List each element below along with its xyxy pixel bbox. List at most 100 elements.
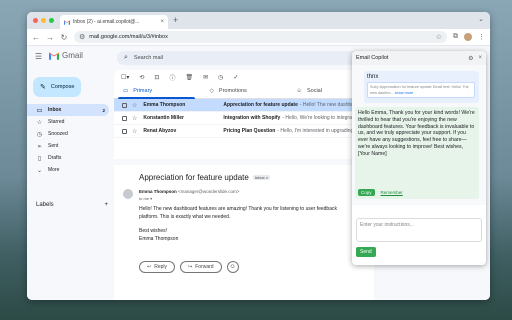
archive-icon[interactable]: ⊡ xyxy=(154,74,159,81)
email-body: Hello! The new dashboard features are am… xyxy=(139,205,374,243)
sender-address: <manager@wonderslide.com> xyxy=(178,189,240,194)
body-line: platform. This is exactly what we needed… xyxy=(139,214,231,220)
sidebar-item-snoozed[interactable]: ◷ Snoozed xyxy=(27,128,109,140)
gmail-m-icon xyxy=(49,51,59,60)
user-message-text: thnx xyxy=(367,74,379,80)
sender-avatar xyxy=(123,189,133,199)
email-subject: Integration with Shopify xyxy=(223,115,281,121)
add-label-button[interactable]: + xyxy=(104,202,108,208)
remember-link[interactable]: Remember xyxy=(381,190,403,195)
browser-menu-icon[interactable]: ⋮ xyxy=(478,33,485,41)
reply-actions: ↩ Reply ↪ Forward ☺ xyxy=(139,261,239,273)
back-icon[interactable]: ⟲ xyxy=(139,74,144,81)
category-tabs: ▭ Primary ◇ Promotions ☺ Social xyxy=(114,84,374,99)
sidebar-item-label: Inbox xyxy=(48,107,62,113)
copilot-header-icons: ⚙ × xyxy=(468,55,482,62)
site-info-icon[interactable]: ⚙ xyxy=(79,33,85,41)
email-row[interactable]: ☆ Emma Thompson Appreciation for feature… xyxy=(114,99,374,112)
window-controls xyxy=(33,18,54,23)
forward-arrow-icon[interactable]: → xyxy=(46,33,54,42)
copy-button[interactable]: Copy xyxy=(358,189,375,196)
back-arrow-icon[interactable]: ← xyxy=(32,33,40,42)
main-menu-icon[interactable]: ☰ xyxy=(35,52,42,61)
bookmark-star-icon[interactable]: ☆ xyxy=(436,33,442,41)
close-icon[interactable]: × xyxy=(478,55,482,62)
email-copilot-panel: Email Copilot ⚙ × thnx Subj: Appreciatio… xyxy=(352,51,486,265)
compose-label: Compose xyxy=(50,84,75,90)
tab-label: Promotions xyxy=(218,88,247,94)
gmail-logo-text: Gmail xyxy=(62,51,83,60)
send-button[interactable]: Send xyxy=(356,247,376,257)
email-sender: Renat Abyzov xyxy=(143,128,177,134)
row-checkbox[interactable] xyxy=(122,128,127,134)
browser-tab-inbox[interactable]: Inbox (2) - ai.email.copilot@... × xyxy=(60,15,168,29)
sidebar-item-label: Snoozed xyxy=(48,131,68,137)
list-toolbar: ☐▾ ⟲ ⊡ ⓘ 🗑 ✉ ◷ ✓ xyxy=(114,70,374,84)
address-bar[interactable]: ⚙ mail.google.com/mail/u/3/#inbox ☆ xyxy=(74,31,447,43)
gmail-logo[interactable]: Gmail xyxy=(49,51,83,60)
reading-pane: Appreciation for feature update Inbox × … xyxy=(114,159,374,300)
forward-icon: ↪ xyxy=(188,264,193,270)
sidebar-item-sent[interactable]: ➢ Sent xyxy=(27,140,109,152)
compose-button[interactable]: ✎ Compose xyxy=(33,77,81,97)
reply-icon: ↩ xyxy=(147,264,152,270)
row-checkbox[interactable] xyxy=(122,102,127,108)
sidebar-item-starred[interactable]: ☆ Starred xyxy=(27,116,109,128)
pencil-icon: ✎ xyxy=(40,84,46,91)
email-sender: Emma Thompson xyxy=(143,102,186,108)
new-tab-button[interactable]: + xyxy=(173,15,178,25)
show-more-link[interactable]: show more xyxy=(395,91,414,95)
copilot-chat: thnx Subj: Appreciation for feature upda… xyxy=(352,65,486,205)
send-icon: ➢ xyxy=(36,143,43,150)
email-subject: Pricing Plan Question xyxy=(223,128,276,134)
tab-primary[interactable]: ▭ Primary xyxy=(114,84,201,99)
minimize-window-button[interactable] xyxy=(41,18,46,23)
delete-icon[interactable]: 🗑 xyxy=(185,74,193,81)
ai-reply-message: Hello Emma, Thank you for your kind word… xyxy=(355,107,479,199)
add-task-icon[interactable]: ✓ xyxy=(233,74,238,81)
settings-gear-icon[interactable]: ⚙ xyxy=(468,55,473,62)
email-row[interactable]: ☆ Renat Abyzov Pricing Plan Question - H… xyxy=(114,125,374,138)
reply-label: Reply xyxy=(154,264,167,270)
reading-subject: Appreciation for feature update xyxy=(139,173,249,182)
snooze-icon[interactable]: ◷ xyxy=(218,74,223,81)
report-spam-icon[interactable]: ⓘ xyxy=(169,73,175,82)
star-icon: ☆ xyxy=(36,119,43,126)
sidebar-item-more[interactable]: ⌄ More xyxy=(27,164,109,176)
recipients-toggle[interactable]: to me ▾ xyxy=(139,196,152,201)
emoji-reaction-button[interactable]: ☺ xyxy=(226,261,239,273)
sidebar-item-drafts[interactable]: ▯ Drafts xyxy=(27,152,109,164)
reply-button[interactable]: ↩ Reply xyxy=(139,261,175,273)
user-message: thnx Subj: Appreciation for feature upda… xyxy=(364,71,479,103)
profile-avatar[interactable] xyxy=(464,33,472,41)
labels-section: Labels + xyxy=(36,202,108,208)
maximize-window-button[interactable] xyxy=(49,18,54,23)
star-icon[interactable]: ☆ xyxy=(132,115,137,122)
ai-reply-text: Hello Emma, Thank you for your kind word… xyxy=(358,110,475,157)
email-row[interactable]: ☆ Konstantin Miller Integration with Sho… xyxy=(114,112,374,125)
extension-puzzle-icon[interactable]: ⧉ xyxy=(453,33,458,41)
email-context-box: Subj: Appreciation for feature update Em… xyxy=(367,82,475,98)
gmail-favicon-icon xyxy=(64,19,70,25)
forward-button[interactable]: ↪ Forward xyxy=(180,261,222,273)
sidebar-item-inbox[interactable]: ▭ Inbox 2 xyxy=(27,104,109,116)
sidebar-item-label: Starred xyxy=(48,119,65,125)
sidebar-item-label: Sent xyxy=(48,143,59,149)
search-icon[interactable]: ⌕ xyxy=(124,54,128,62)
tab-promotions[interactable]: ◇ Promotions xyxy=(201,84,288,98)
mark-unread-icon[interactable]: ✉ xyxy=(203,74,208,81)
close-window-button[interactable] xyxy=(33,18,38,23)
reload-icon[interactable]: ↻ xyxy=(60,33,68,42)
inbox-label-badge[interactable]: Inbox × xyxy=(252,175,271,180)
ai-reply-actions: Copy Remember xyxy=(358,189,403,196)
star-icon[interactable]: ☆ xyxy=(132,102,137,109)
toolbar-extensions: ⧉ ⋮ xyxy=(453,33,485,41)
star-icon[interactable]: ☆ xyxy=(132,128,137,135)
close-tab-icon[interactable]: × xyxy=(160,19,164,25)
tab-search-chevron-icon[interactable]: ⌄ xyxy=(478,15,484,23)
instructions-input[interactable]: Enter your instructions... xyxy=(356,218,482,242)
search-bar[interactable]: ⌕ Search mail xyxy=(117,51,367,65)
body-line: Best wishes! xyxy=(139,228,168,234)
row-checkbox[interactable] xyxy=(122,115,127,121)
select-all-checkbox[interactable]: ☐▾ xyxy=(121,74,129,81)
